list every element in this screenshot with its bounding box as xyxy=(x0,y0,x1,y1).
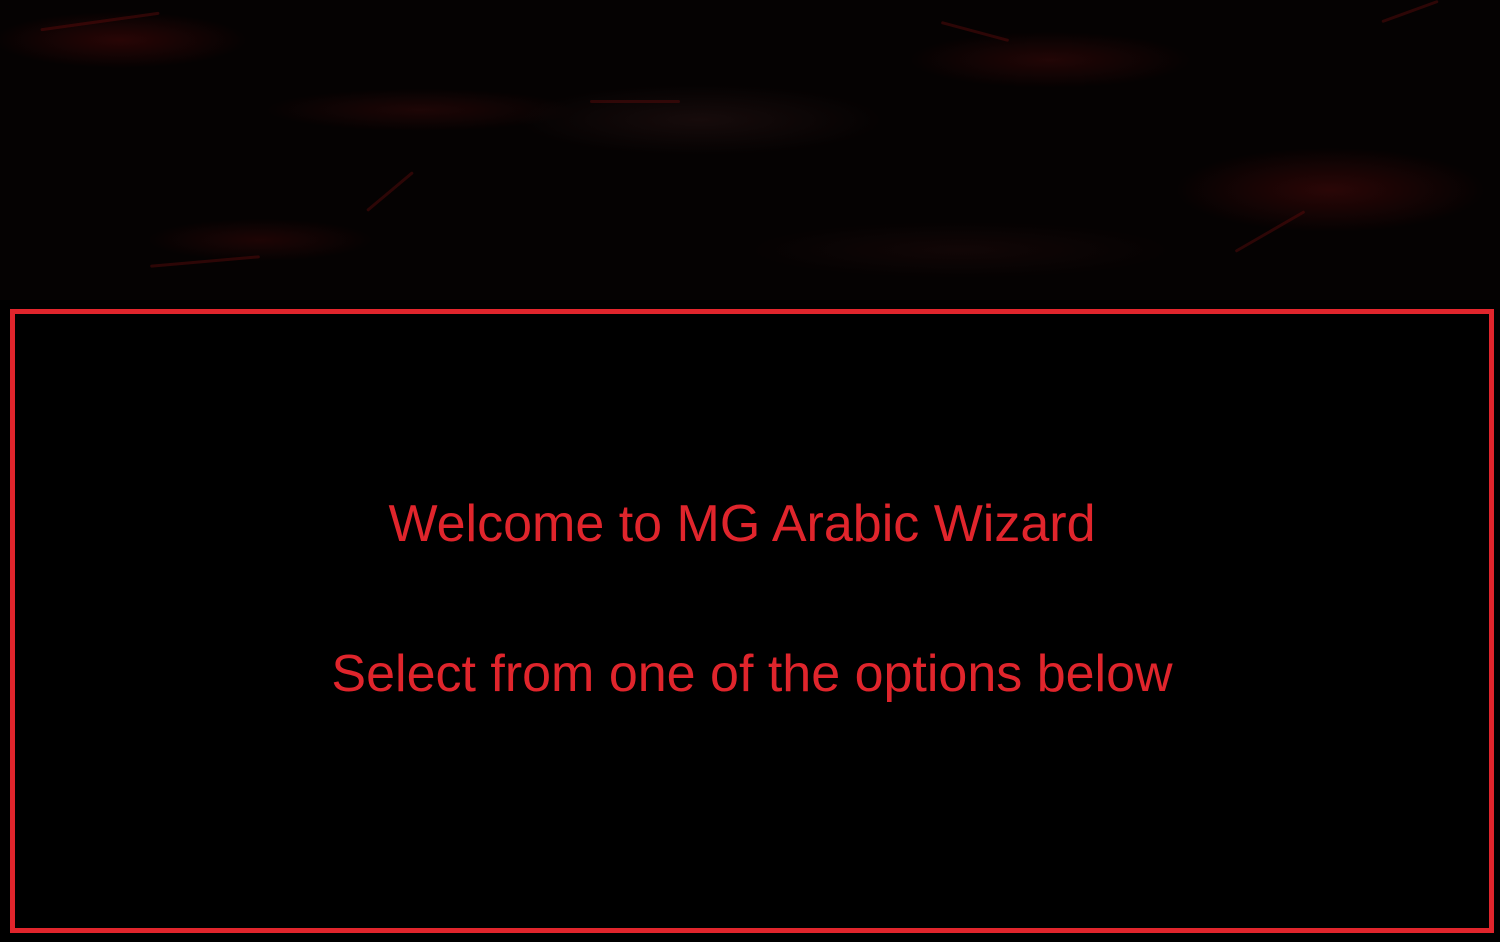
background-artwork xyxy=(0,0,1500,300)
welcome-heading: Welcome to MG Arabic Wizard xyxy=(388,495,1096,553)
message-text: Welcome to MG Arabic Wizard Select from … xyxy=(15,494,1489,704)
wizard-screen: Welcome to MG Arabic Wizard Select from … xyxy=(0,0,1500,942)
wizard-message-box: Welcome to MG Arabic Wizard Select from … xyxy=(10,309,1494,933)
instruction-text: Select from one of the options below xyxy=(331,645,1173,703)
